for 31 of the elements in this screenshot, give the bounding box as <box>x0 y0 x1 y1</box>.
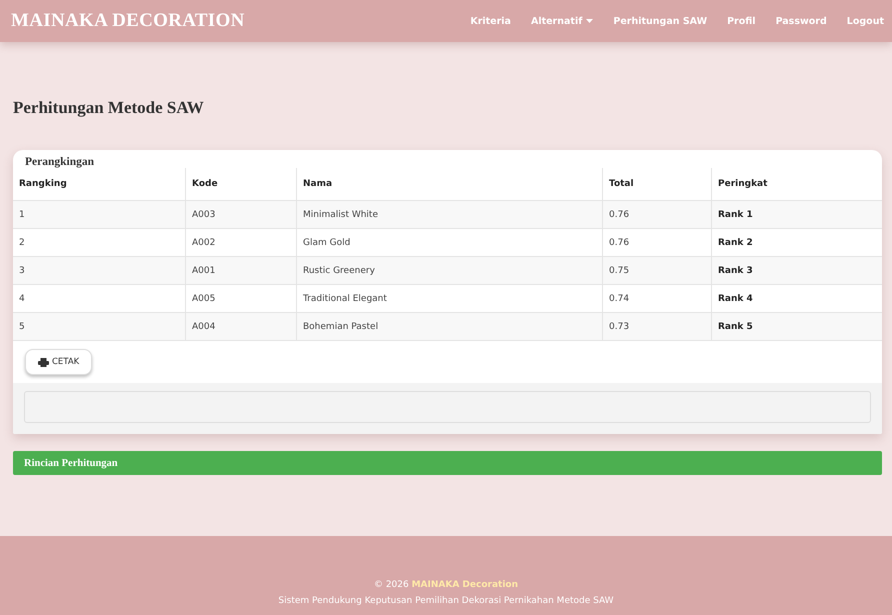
caret-icon <box>586 19 594 23</box>
panel-title: Rincian Perhitungan <box>24 458 118 468</box>
table-cell: Rustic Greenery <box>296 256 602 284</box>
nav-link[interactable]: Profil <box>715 16 764 26</box>
table-cell: A003 <box>186 200 296 228</box>
print-button[interactable]: CETAK <box>25 349 92 375</box>
table-cell: Rank 5 <box>712 312 882 340</box>
table-cell: 0.73 <box>602 312 712 340</box>
table-cell: Bohemian Pastel <box>296 312 602 340</box>
nav-link[interactable]: Perhitungan SAW <box>601 16 716 26</box>
nav-link[interactable]: Kriteria <box>458 16 519 26</box>
brand-logo[interactable]: MAINAKA DECORATION <box>11 10 245 32</box>
table-cell: Rank 3 <box>712 256 882 284</box>
footer-brand: MAINAKA Decoration <box>412 580 518 590</box>
nav-link[interactable]: Password <box>764 16 835 26</box>
table-cell: 5 <box>13 312 186 340</box>
table-cell: 0.76 <box>602 200 712 228</box>
copyright-text: © 2026 <box>374 580 409 590</box>
table-cell: 3 <box>13 256 186 284</box>
column-header: Rangking <box>13 168 186 200</box>
table-cell: 0.75 <box>602 256 712 284</box>
table-cell: Rank 1 <box>712 200 882 228</box>
page-title: Perhitungan Metode SAW <box>13 98 205 119</box>
nav-link[interactable]: Logout <box>834 16 892 26</box>
footer-tagline: Sistem Pendukung Keputusan Pemilihan Dekorasi Pernikahan Metode SAW <box>278 596 614 606</box>
card-title: Perangkingan <box>24 155 96 168</box>
table-cell: Minimalist White <box>296 200 602 228</box>
table-cell: A004 <box>186 312 296 340</box>
table-cell: 1 <box>13 200 186 228</box>
table-cell: A001 <box>186 256 296 284</box>
nav-link[interactable]: Alternatif <box>518 16 602 26</box>
